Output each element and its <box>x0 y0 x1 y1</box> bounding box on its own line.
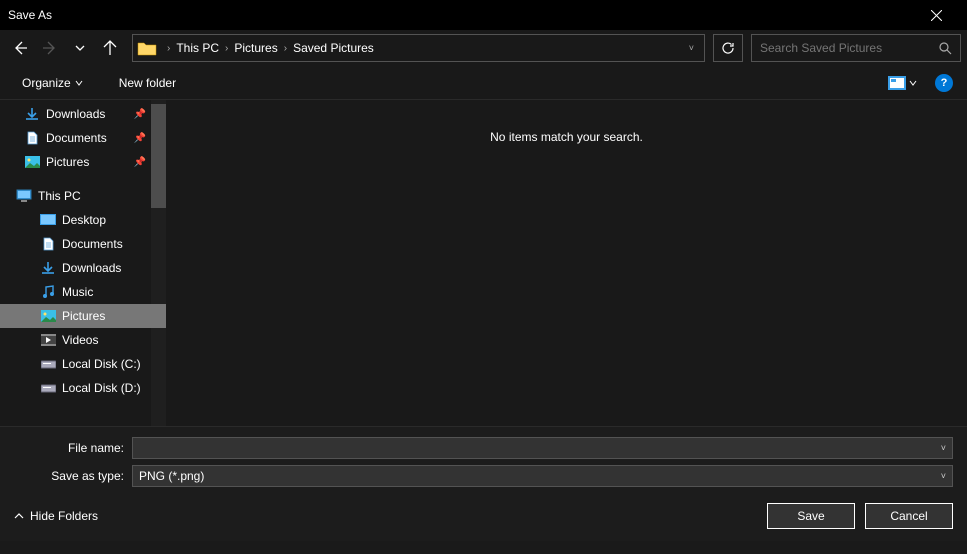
pin-icon: 📌 <box>134 133 146 144</box>
sidebar-item-label: Downloads <box>46 107 105 121</box>
filename-input[interactable]: ˅ <box>132 437 953 459</box>
sidebar-item-label: Local Disk (D:) <box>62 381 141 395</box>
footer: File name: ˅ Save as type: PNG (*.png) ˅… <box>0 426 967 541</box>
sidebar-item-label: Pictures <box>46 155 89 169</box>
search-icon <box>939 42 952 55</box>
pictures-icon <box>24 154 40 170</box>
arrow-right-icon <box>42 40 58 56</box>
sidebar-item-desktop[interactable]: Desktop <box>0 208 166 232</box>
chevron-right-icon: › <box>280 43 291 54</box>
new-folder-label: New folder <box>119 76 176 90</box>
folder-icon <box>137 39 157 57</box>
sidebar-item-documents[interactable]: Documents 📌 <box>0 126 166 150</box>
organize-button[interactable]: Organize <box>14 72 91 94</box>
pictures-icon <box>40 308 56 324</box>
sidebar-item-label: Downloads <box>62 261 121 275</box>
window-title: Save As <box>8 8 914 22</box>
sidebar-item-pictures[interactable]: Pictures 📌 <box>0 150 166 174</box>
pin-icon: 📌 <box>134 157 146 168</box>
forward-button[interactable] <box>36 34 64 62</box>
breadcrumb-pictures[interactable]: Pictures <box>232 41 279 55</box>
chevron-right-icon: › <box>221 43 232 54</box>
search-box[interactable] <box>751 34 961 62</box>
save-as-type-select[interactable]: PNG (*.png) ˅ <box>132 465 953 487</box>
sidebar-item-label: This PC <box>38 189 81 203</box>
sidebar-item-documents[interactable]: Documents <box>0 232 166 256</box>
file-list-area[interactable]: No items match your search. <box>166 100 967 426</box>
sidebar-item-downloads[interactable]: Downloads <box>0 256 166 280</box>
download-icon <box>24 106 40 122</box>
sidebar-item-label: Documents <box>46 131 107 145</box>
body: Downloads 📌 Documents 📌 Pictures 📌 This … <box>0 100 967 426</box>
desktop-icon <box>40 212 56 228</box>
sidebar-item-label: Desktop <box>62 213 106 227</box>
chevron-down-icon[interactable]: ˅ <box>941 471 946 481</box>
close-button[interactable] <box>914 0 959 30</box>
sidebar-item-videos[interactable]: Videos <box>0 328 166 352</box>
sidebar-item-music[interactable]: Music <box>0 280 166 304</box>
pin-icon: 📌 <box>134 109 146 120</box>
refresh-icon <box>721 41 735 55</box>
sidebar-item-local-disk-d[interactable]: Local Disk (D:) <box>0 376 166 400</box>
address-bar[interactable]: › This PC › Pictures › Saved Pictures ˅ <box>132 34 705 62</box>
download-icon <box>40 260 56 276</box>
sidebar-item-label: Pictures <box>62 309 105 323</box>
sidebar-item-label: Music <box>62 285 93 299</box>
organize-label: Organize <box>22 76 71 90</box>
cancel-button[interactable]: Cancel <box>865 503 953 529</box>
save-button[interactable]: Save <box>767 503 855 529</box>
chevron-right-icon: › <box>163 43 174 54</box>
sidebar-item-label: Documents <box>62 237 123 251</box>
chevron-down-icon <box>75 79 83 87</box>
titlebar: Save As <box>0 0 967 30</box>
refresh-button[interactable] <box>713 34 743 62</box>
music-icon <box>40 284 56 300</box>
new-folder-button[interactable]: New folder <box>111 72 184 94</box>
close-icon <box>931 10 942 21</box>
view-icon <box>888 76 906 90</box>
recent-locations-button[interactable] <box>66 34 94 62</box>
breadcrumb-this-pc[interactable]: This PC <box>174 41 221 55</box>
arrow-left-icon <box>12 40 28 56</box>
up-button[interactable] <box>96 34 124 62</box>
sidebar-item-downloads[interactable]: Downloads 📌 <box>0 102 166 126</box>
filename-label: File name: <box>14 441 132 455</box>
chevron-up-icon <box>14 511 24 521</box>
help-button[interactable]: ? <box>935 74 953 92</box>
sidebar: Downloads 📌 Documents 📌 Pictures 📌 This … <box>0 100 166 426</box>
sidebar-item-label: Videos <box>62 333 98 347</box>
chevron-down-icon <box>909 79 917 87</box>
document-icon <box>24 130 40 146</box>
hide-folders-label: Hide Folders <box>30 509 98 523</box>
sidebar-item-pictures[interactable]: Pictures <box>0 304 166 328</box>
address-dropdown[interactable]: ˅ <box>683 43 700 53</box>
navbar: › This PC › Pictures › Saved Pictures ˅ <box>0 30 967 66</box>
toolbar: Organize New folder ? <box>0 66 967 100</box>
sidebar-item-local-disk-c[interactable]: Local Disk (C:) <box>0 352 166 376</box>
arrow-up-icon <box>102 40 118 56</box>
videos-icon <box>40 332 56 348</box>
sidebar-item-label: Local Disk (C:) <box>62 357 141 371</box>
save-as-type-value: PNG (*.png) <box>139 469 204 483</box>
computer-icon <box>16 188 32 204</box>
chevron-down-icon[interactable]: ˅ <box>941 443 946 453</box>
chevron-down-icon <box>75 43 85 53</box>
back-button[interactable] <box>6 34 34 62</box>
hide-folders-button[interactable]: Hide Folders <box>14 509 98 523</box>
empty-message: No items match your search. <box>490 130 643 426</box>
disk-icon <box>40 356 56 372</box>
save-as-type-label: Save as type: <box>14 469 132 483</box>
document-icon <box>40 236 56 252</box>
search-input[interactable] <box>760 41 939 55</box>
disk-icon <box>40 380 56 396</box>
sidebar-item-this-pc[interactable]: This PC <box>0 184 166 208</box>
breadcrumb-saved-pictures[interactable]: Saved Pictures <box>291 41 376 55</box>
view-options-button[interactable] <box>882 76 923 90</box>
